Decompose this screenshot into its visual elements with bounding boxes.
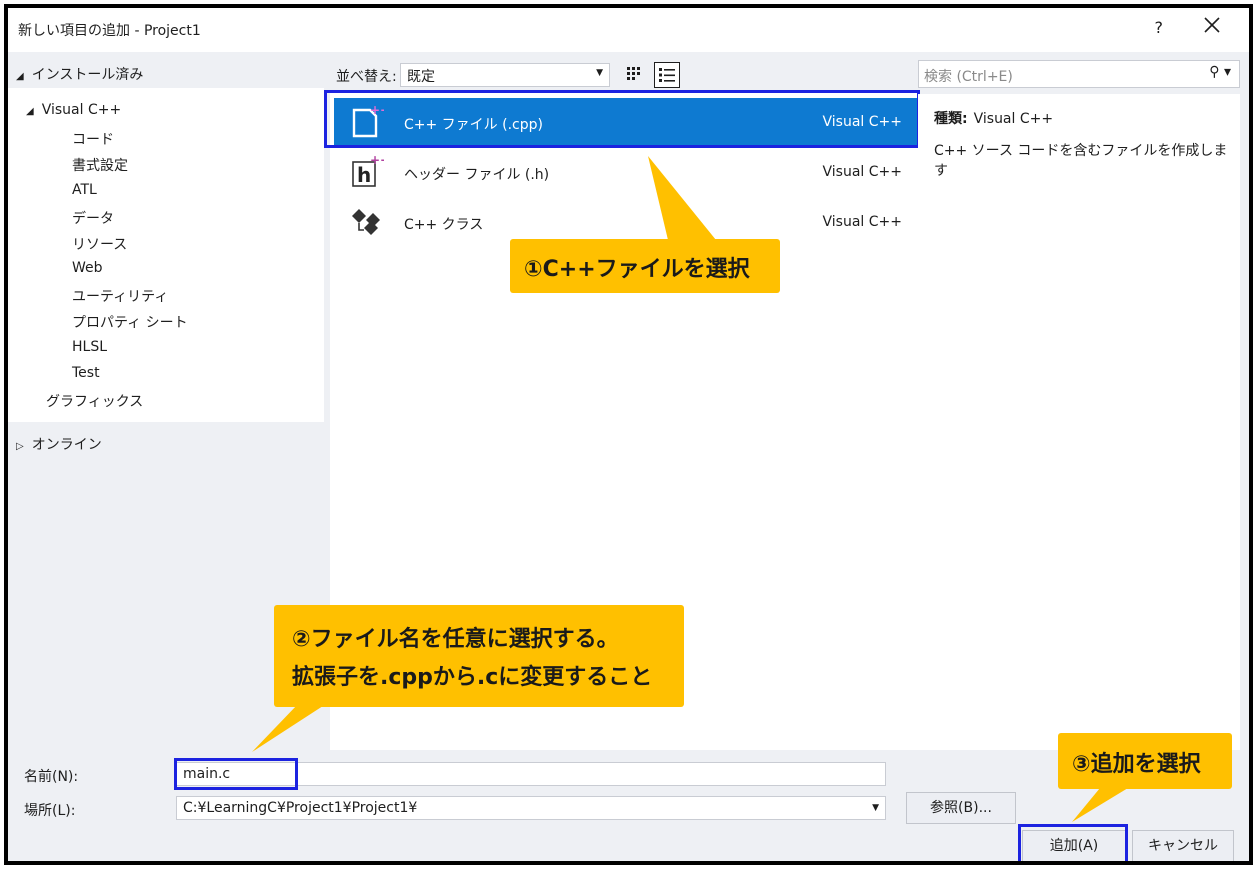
- tree-item-resource[interactable]: リソース: [72, 234, 127, 254]
- description-pane: 種類: Visual C++ C++ ソース コードを含むファイルを作成します: [918, 94, 1240, 750]
- type-value: Visual C++: [973, 111, 1054, 127]
- add-item-dialog: 新しい項目の追加 - Project1 ? ◢ インストール済み ◢ Visual …: [4, 4, 1253, 865]
- template-language: Visual C++: [822, 164, 902, 180]
- tree-item-test[interactable]: Test: [72, 365, 100, 381]
- sort-dropdown[interactable]: 既定 ▼: [400, 63, 610, 87]
- template-description: C++ ソース コードを含むファイルを作成します: [934, 143, 1228, 179]
- template-language: Visual C++: [822, 214, 902, 230]
- installed-label: インストール済み: [31, 67, 144, 83]
- window-title: 新しい項目の追加 - Project1: [18, 23, 201, 39]
- callout-one-text: ①C++ファイルを選択: [524, 257, 750, 282]
- tree-item-property-sheet[interactable]: プロパティ シート: [72, 312, 188, 332]
- svg-text:++: ++: [370, 154, 384, 167]
- help-button[interactable]: ?: [1155, 18, 1164, 37]
- online-section[interactable]: ▷ オンライン: [16, 434, 102, 454]
- highlight-name-field: [174, 758, 298, 790]
- name-label: 名前(N):: [24, 769, 79, 785]
- callout-two-line1: ②ファイル名を任意に選択する。: [292, 627, 619, 652]
- installed-section[interactable]: ◢ インストール済み: [16, 64, 143, 84]
- title-bar: 新しい項目の追加 - Project1 ?: [8, 8, 1249, 52]
- highlight-add-button: [1018, 824, 1128, 861]
- sort-value: 既定: [407, 69, 435, 85]
- tree-item-formatting[interactable]: 書式設定: [72, 155, 128, 175]
- class-icon: [352, 209, 380, 235]
- callout-three: ③追加を選択: [1058, 733, 1232, 789]
- sort-toolbar: 並べ替え: 既定 ▼: [326, 52, 916, 90]
- tree-item-graphics[interactable]: グラフィックス: [46, 391, 143, 411]
- callout-three-text: ③追加を選択: [1072, 752, 1201, 777]
- tree-item-hlsl[interactable]: HLSL: [72, 339, 107, 355]
- template-type: 種類: Visual C++: [934, 108, 1053, 128]
- collapsed-icon: ▷: [16, 441, 24, 452]
- tree-item-web[interactable]: Web: [72, 260, 103, 276]
- list-view-icon[interactable]: [654, 62, 680, 88]
- location-dropdown[interactable]: C:¥LearningC¥Project1¥Project1¥ ▼: [176, 796, 886, 820]
- tree-item-label: Visual C++: [41, 102, 122, 118]
- search-placeholder: 検索 (Ctrl+E): [924, 69, 1013, 85]
- category-tree: ◢ Visual C++ コード 書式設定 ATL データ リソース Web ユー…: [8, 88, 324, 422]
- callout-two-line2: 拡張子を.cppから.cに変更すること: [292, 665, 653, 690]
- callout-two: ②ファイル名を任意に選択する。 拡張子を.cppから.cに変更すること: [274, 605, 684, 707]
- online-label: オンライン: [31, 437, 102, 453]
- tree-item-utility[interactable]: ユーティリティ: [72, 286, 168, 306]
- search-input[interactable]: 検索 (Ctrl+E) ⚲ ▾: [918, 60, 1240, 88]
- cancel-button[interactable]: キャンセル: [1132, 830, 1234, 861]
- chevron-down-icon: ▼: [872, 803, 879, 813]
- chevron-down-icon: ▼: [596, 68, 603, 78]
- template-name: ヘッダー ファイル (.h): [404, 167, 550, 183]
- type-label: 種類:: [934, 111, 968, 127]
- tree-item-data[interactable]: データ: [72, 208, 114, 228]
- location-label: 場所(L):: [24, 803, 76, 819]
- callout-one: ①C++ファイルを選択: [510, 239, 780, 293]
- tree-item-atl[interactable]: ATL: [72, 182, 97, 198]
- expand-icon: ◢: [16, 71, 24, 82]
- grid-view-icon[interactable]: [622, 62, 648, 88]
- search-icon[interactable]: ⚲ ▾: [1209, 64, 1231, 80]
- close-icon[interactable]: [1201, 14, 1223, 36]
- expand-icon: ◢: [26, 106, 34, 117]
- location-value: C:¥LearningC¥Project1¥Project1¥: [183, 800, 418, 816]
- header-file-icon: h ++: [352, 154, 384, 187]
- template-header-file[interactable]: h ++ ヘッダー ファイル (.h) Visual C++: [334, 148, 920, 196]
- tree-item-visual-cpp[interactable]: ◢ Visual C++: [26, 102, 121, 118]
- template-name: C++ クラス: [404, 217, 484, 233]
- highlight-selected-template: [324, 90, 920, 148]
- tree-item-code[interactable]: コード: [72, 129, 114, 149]
- browse-button[interactable]: 参照(B)...: [906, 792, 1016, 824]
- sort-label: 並べ替え:: [336, 69, 397, 85]
